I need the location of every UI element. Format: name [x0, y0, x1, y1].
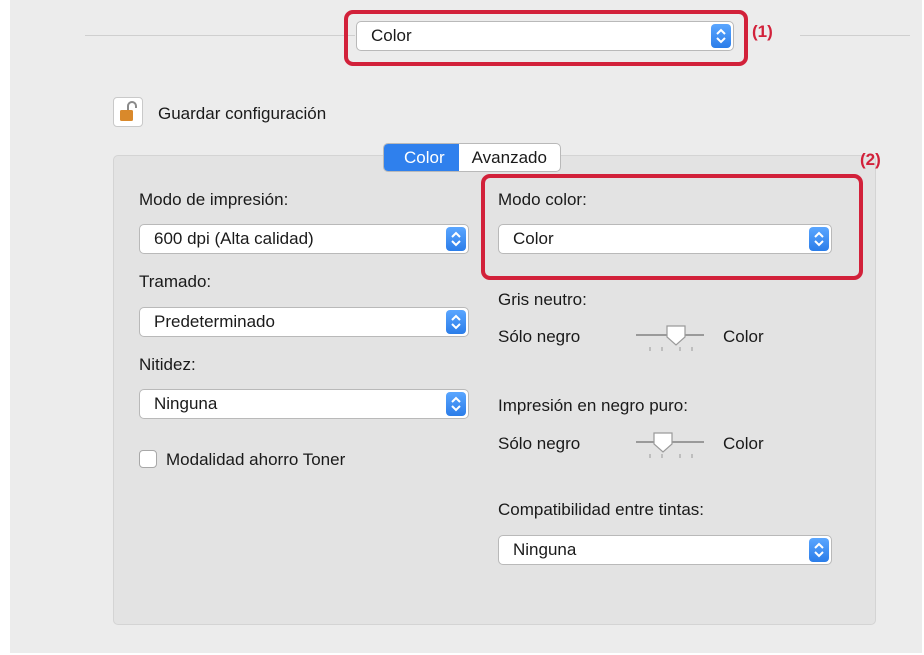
ink-compat-label: Compatibilidad entre tintas:	[498, 500, 705, 519]
highlight-box-1	[344, 10, 748, 66]
ink-compat-value: Ninguna	[513, 540, 577, 559]
tab-color[interactable]: Color	[384, 144, 459, 171]
halftone-select[interactable]: Predeterminado	[139, 307, 469, 337]
ink-compat-select[interactable]: Ninguna	[498, 535, 832, 565]
print-mode-select[interactable]: 600 dpi (Alta calidad)	[139, 224, 469, 254]
chevron-updown-icon	[446, 227, 466, 251]
toner-saving-checkbox[interactable]	[139, 450, 157, 468]
lock-open-icon[interactable]	[113, 97, 143, 127]
tab-advanced[interactable]: Avanzado	[459, 144, 560, 171]
print-mode-value: 600 dpi (Alta calidad)	[154, 229, 314, 248]
chevron-updown-icon	[809, 538, 829, 562]
tab-bar: Color Avanzado	[383, 143, 561, 172]
neutral-gray-slider[interactable]	[636, 323, 706, 353]
highlight-box-2	[481, 174, 863, 280]
sharpness-select[interactable]: Ninguna	[139, 389, 469, 419]
neutral-gray-label: Gris neutro:	[498, 290, 587, 309]
pure-black-right-label: Color	[723, 434, 764, 453]
sharpness-value: Ninguna	[154, 394, 218, 413]
halftone-value: Predeterminado	[154, 312, 275, 331]
chevron-updown-icon	[446, 392, 466, 416]
separator-right	[800, 35, 910, 36]
save-settings-label[interactable]: Guardar configuración	[158, 104, 326, 124]
sharpness-label: Nitidez:	[139, 355, 196, 374]
pure-black-label: Impresión en negro puro:	[498, 396, 688, 415]
chevron-updown-icon	[446, 310, 466, 334]
pure-black-left-label: Sólo negro	[498, 434, 581, 453]
print-mode-label: Modo de impresión:	[139, 190, 289, 209]
toner-saving-label[interactable]: Modalidad ahorro Toner	[166, 450, 345, 470]
pure-black-slider[interactable]	[636, 430, 706, 460]
marker-1: (1)	[752, 22, 773, 41]
halftone-label: Tramado:	[139, 272, 212, 291]
marker-2: (2)	[860, 150, 881, 169]
neutral-gray-left-label: Sólo negro	[498, 327, 581, 346]
separator-left	[85, 35, 355, 36]
neutral-gray-right-label: Color	[723, 327, 764, 346]
